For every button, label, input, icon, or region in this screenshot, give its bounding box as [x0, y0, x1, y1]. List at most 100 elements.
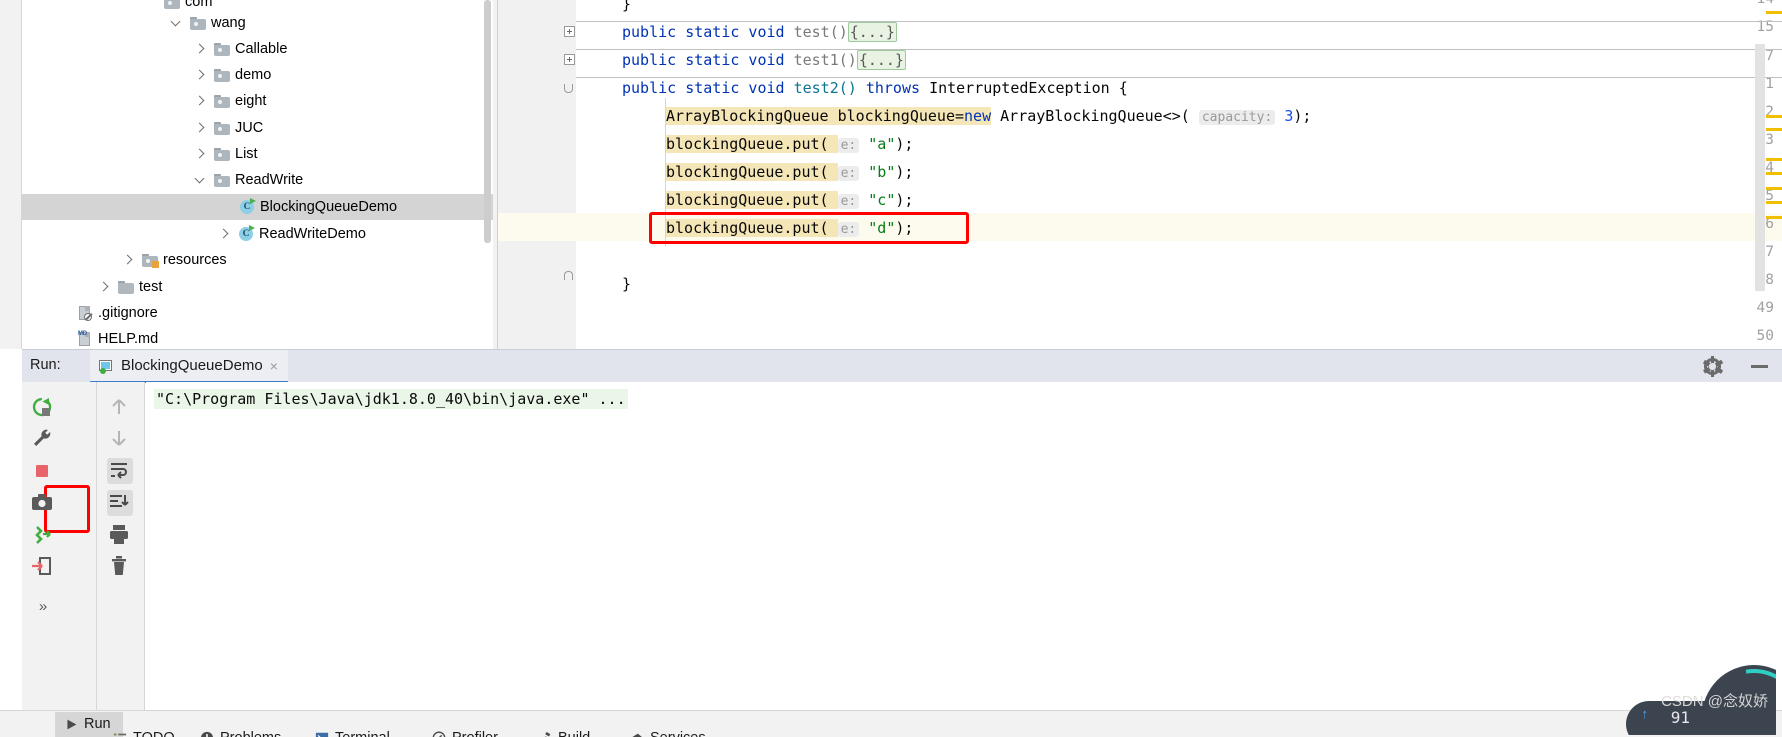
- bottom-tool-window-bar: Run TODO Problems Termina: [0, 710, 1782, 737]
- bottom-tab-label: Terminal: [335, 730, 390, 737]
- watermark-arrow: ↑: [1641, 706, 1649, 721]
- stop-button[interactable]: [30, 459, 56, 485]
- project-tree-scrollbar[interactable]: [482, 0, 492, 349]
- bottom-tab-build[interactable]: Build: [538, 730, 590, 737]
- tree-item-eight[interactable]: eight: [22, 88, 498, 114]
- bottom-tab-services[interactable]: Services: [630, 730, 706, 737]
- run-tab-blockingqueuedemo[interactable]: BlockingQueueDemo ×: [90, 350, 288, 383]
- soft-wrap-button[interactable]: [107, 458, 133, 484]
- run-panel-header-actions: [1702, 355, 1768, 378]
- tree-item-readwrite[interactable]: ReadWrite: [22, 167, 498, 193]
- expand-toggle[interactable]: [192, 93, 208, 109]
- expand-toggle[interactable]: [192, 67, 208, 83]
- fold-expand-icon[interactable]: [564, 26, 575, 37]
- warning-marker[interactable]: [1766, 201, 1782, 204]
- warning-icon: [200, 731, 214, 737]
- tree-item-blockingqueuedemo[interactable]: C BlockingQueueDemo: [22, 194, 498, 221]
- console-output[interactable]: "C:\Program Files\Java\jdk1.8.0_40\bin\j…: [146, 382, 1782, 710]
- bottom-tab-label: Build: [558, 730, 590, 737]
- bottom-tab-terminal[interactable]: Terminal: [315, 730, 390, 737]
- rerun-button[interactable]: [30, 395, 56, 421]
- list-icon: [113, 733, 127, 736]
- warning-marker[interactable]: [1766, 11, 1782, 14]
- warning-marker[interactable]: [1766, 158, 1782, 161]
- close-icon[interactable]: ×: [270, 358, 278, 374]
- code-line-46[interactable]: blockingQueue.put( e: "d");: [576, 214, 913, 242]
- more-actions-button[interactable]: »: [30, 594, 56, 620]
- tree-item-label: ReadWriteDemo: [259, 226, 366, 242]
- expand-toggle[interactable]: [96, 279, 112, 295]
- ide-window: Structure Favorites com wang Callable: [0, 0, 1782, 737]
- run-panel-header: Run: BlockingQueueDemo ×: [22, 349, 1782, 383]
- scrollbar-thumb[interactable]: [1755, 44, 1765, 291]
- folder-icon: [214, 121, 230, 135]
- expand-toggle[interactable]: [192, 41, 208, 57]
- minimize-icon[interactable]: [1751, 365, 1768, 368]
- fold-collapse-icon[interactable]: [564, 84, 573, 93]
- tree-item-juc[interactable]: JUC: [22, 115, 498, 141]
- fold-expand-icon[interactable]: [564, 54, 575, 65]
- run-label: Run:: [30, 357, 61, 373]
- tree-item-list[interactable]: List: [22, 141, 498, 167]
- expand-toggle[interactable]: [168, 15, 184, 31]
- trash-icon[interactable]: [107, 554, 133, 580]
- tree-item-readwritedemo[interactable]: C ReadWriteDemo: [22, 221, 498, 247]
- editor-gutter[interactable]: [498, 0, 576, 349]
- run-toolbar-secondary: [97, 382, 145, 710]
- fold-end-icon[interactable]: [564, 271, 573, 280]
- tree-item-label: Callable: [235, 41, 288, 57]
- tree-item-resources[interactable]: resources: [22, 247, 498, 273]
- camera-icon[interactable]: [30, 490, 56, 516]
- code-line-48[interactable]: }: [576, 270, 631, 298]
- print-icon[interactable]: [107, 522, 133, 548]
- thread-dump-button[interactable]: [30, 522, 56, 548]
- warning-marker[interactable]: [1766, 187, 1782, 190]
- scroll-up-button[interactable]: [107, 395, 133, 421]
- scroll-down-button[interactable]: [107, 426, 133, 452]
- bottom-tab-label: TODO: [133, 730, 175, 737]
- code-line-45[interactable]: blockingQueue.put( e: "c");: [576, 186, 913, 214]
- code-editor[interactable]: 14 15 27 41 42 43 44 45 46 47 48 49 50 }…: [498, 0, 1782, 349]
- warning-marker[interactable]: [1766, 216, 1782, 219]
- edit-configuration-button[interactable]: [30, 426, 56, 452]
- tree-item-test[interactable]: test: [22, 274, 498, 300]
- editor-scrollbar[interactable]: [1754, 0, 1766, 349]
- warning-marker[interactable]: [1766, 115, 1782, 118]
- run-toolbar-primary: »: [22, 382, 97, 710]
- gitignore-file-icon: [77, 305, 93, 322]
- bottom-tab-problems[interactable]: Problems: [200, 730, 281, 737]
- project-tree-pane[interactable]: com wang Callable demo eight JUC List Re…: [22, 0, 498, 349]
- code-line-44[interactable]: blockingQueue.put( e: "b");: [576, 158, 913, 186]
- tree-item-gitignore[interactable]: .gitignore: [22, 300, 498, 326]
- tree-item-demo[interactable]: demo: [22, 62, 498, 88]
- terminal-icon: [315, 732, 329, 737]
- code-line-14[interactable]: }: [576, 0, 631, 18]
- code-line-43[interactable]: blockingQueue.put( e: "a");: [576, 130, 913, 158]
- warning-marker[interactable]: [1766, 172, 1782, 175]
- tree-item-callable[interactable]: Callable: [22, 36, 498, 62]
- folder-icon: [214, 94, 230, 108]
- bottom-tab-todo[interactable]: TODO: [113, 730, 175, 737]
- scrollbar-thumb[interactable]: [484, 0, 491, 243]
- code-line-41[interactable]: public static void test2() throws Interr…: [576, 74, 1128, 102]
- warning-marker[interactable]: [1766, 128, 1782, 131]
- run-tab-label: BlockingQueueDemo: [121, 357, 263, 374]
- tree-item-help-md[interactable]: MD HELP.md: [22, 326, 498, 349]
- expand-toggle[interactable]: [192, 120, 208, 136]
- scroll-to-end-button[interactable]: [107, 490, 133, 516]
- export-button[interactable]: [30, 554, 56, 580]
- folder-icon: [214, 147, 230, 161]
- expand-toggle[interactable]: [192, 172, 208, 188]
- tree-item-wang[interactable]: wang: [22, 10, 498, 36]
- code-line-42[interactable]: ArrayBlockingQueue blockingQueue=new Arr…: [576, 102, 1311, 130]
- bottom-tab-profiler[interactable]: Profiler: [432, 730, 498, 737]
- folder-icon: [118, 280, 134, 294]
- code-line-27[interactable]: public static void test1() {...}: [576, 46, 906, 74]
- expand-toggle[interactable]: [120, 252, 136, 268]
- gauge-icon: [432, 731, 446, 737]
- code-line-15[interactable]: public static void test() {...}: [576, 18, 897, 46]
- bottom-tab-label: Profiler: [452, 730, 498, 737]
- gear-icon[interactable]: [1702, 355, 1723, 378]
- expand-toggle[interactable]: [192, 146, 208, 162]
- expand-toggle[interactable]: [216, 226, 232, 242]
